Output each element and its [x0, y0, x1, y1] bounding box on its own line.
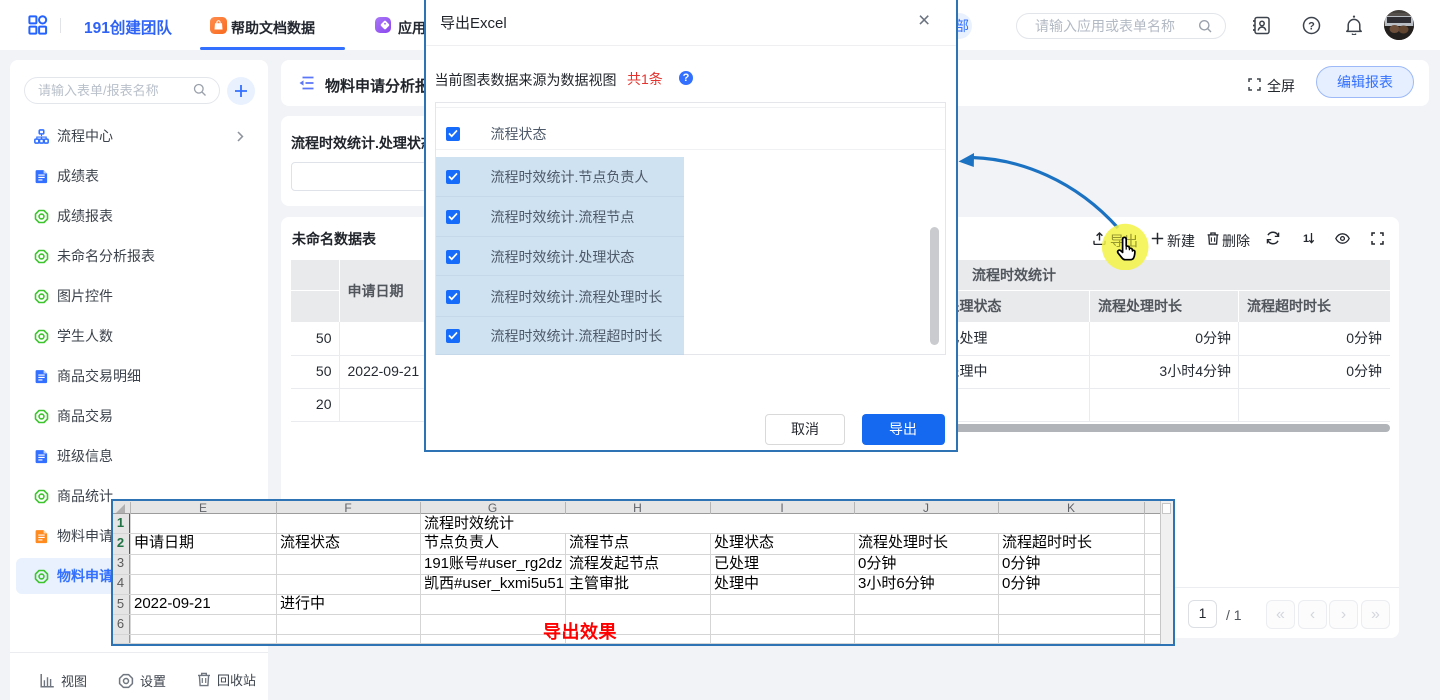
svg-text:?: ? — [1308, 21, 1315, 33]
svg-text:1: 1 — [1303, 233, 1309, 245]
